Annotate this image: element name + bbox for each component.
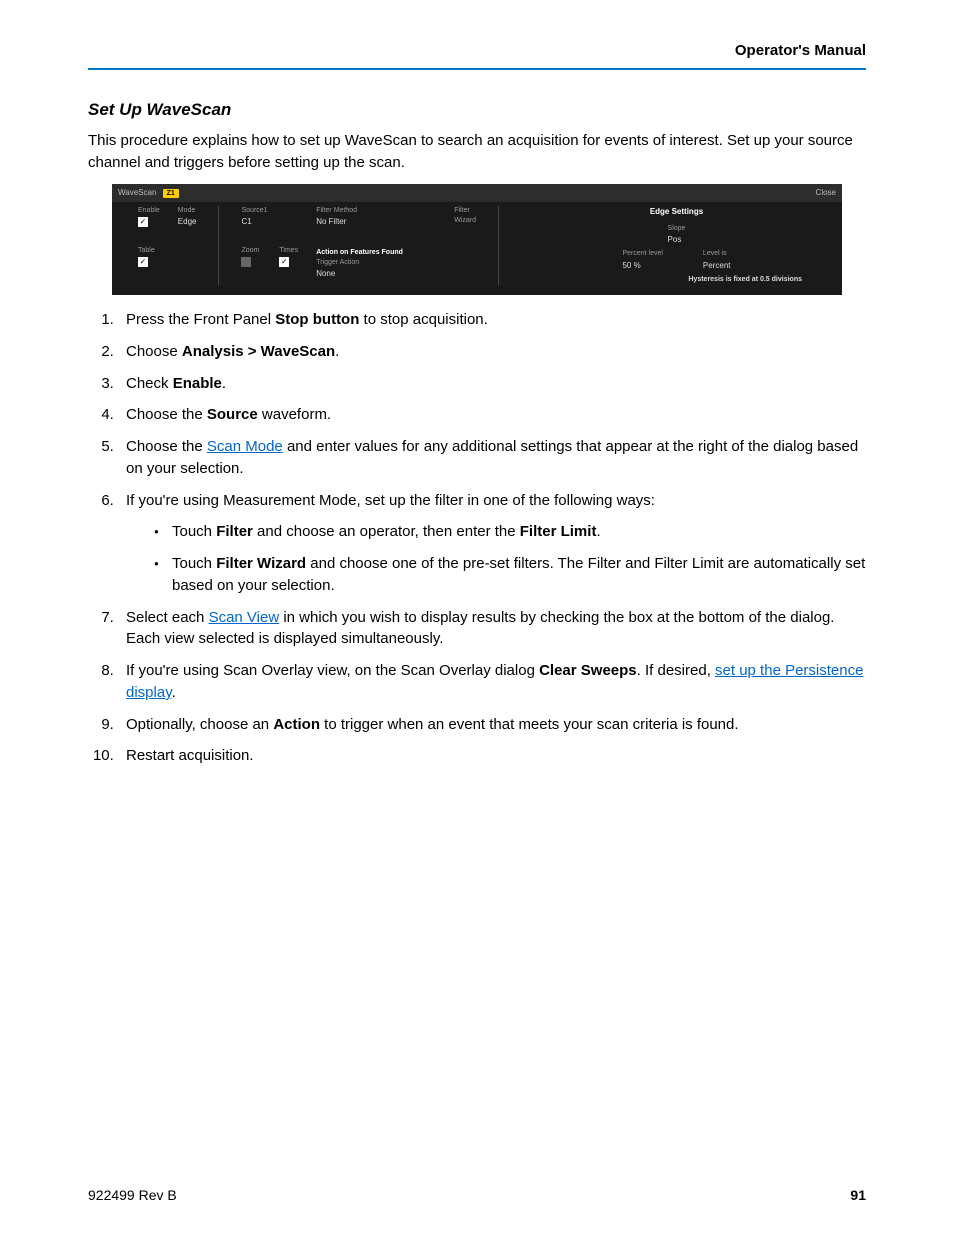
section-heading: Set Up WaveScan [88,98,866,123]
zoom-field[interactable]: Zoom [241,246,259,268]
table-checkbox[interactable]: ✓ [138,257,148,267]
enable-field[interactable]: Enable ✓ [138,206,160,228]
wavescan-tab-label[interactable]: WaveScan [118,188,156,197]
zoom-checkbox[interactable] [241,257,251,267]
wavescan-dialog-header: WaveScan Z1 Close [112,184,842,202]
source-field[interactable]: Source1 C1 [241,206,298,228]
scan-mode-link[interactable]: Scan Mode [207,438,283,455]
step-5: Choose the Scan Mode and enter values fo… [118,436,866,480]
filter-method-field[interactable]: Filter Method No Filter [316,206,436,228]
edge-settings-panel: Edge Settings Slope Pos Percent level 50… [521,206,832,285]
section-intro: This procedure explains how to set up Wa… [88,130,866,174]
times-checkbox[interactable]: ✓ [279,257,289,267]
page-footer: 922499 Rev B 91 [88,1185,866,1205]
step-1: Press the Front Panel Stop button to sto… [118,309,866,331]
steps-list: Press the Front Panel Stop button to sto… [88,309,866,767]
step-6: If you're using Measurement Mode, set up… [118,490,866,597]
step-3: Check Enable. [118,373,866,395]
step-6-bullet-2: Touch Filter Wizard and choose one of th… [172,553,866,597]
slope-field[interactable]: Slope Pos [668,224,686,246]
page-number: 91 [850,1185,866,1205]
step-4: Choose the Source waveform. [118,404,866,426]
level-is-field[interactable]: Level is Percent [703,249,731,271]
trigger-action-field[interactable]: Trigger Action None [316,258,436,280]
mode-field[interactable]: Mode Edge [178,206,197,228]
times-field[interactable]: Times ✓ [279,246,298,268]
table-field[interactable]: Table ✓ [138,246,160,268]
step-7: Select each Scan View in which you wish … [118,607,866,651]
wavescan-dialog-screenshot: WaveScan Z1 Close Enable ✓ Table ✓ Mode [88,184,866,295]
percent-level-field[interactable]: Percent level 50 % [622,249,662,271]
enable-checkbox[interactable]: ✓ [138,217,148,227]
step-8: If you're using Scan Overlay view, on th… [118,660,866,704]
edge-settings-title: Edge Settings [521,206,832,218]
z1-badge[interactable]: Z1 [163,189,179,198]
step-6-sublist: Touch Filter and choose an operator, the… [126,521,866,596]
step-10: Restart acquisition. [118,745,866,767]
close-button[interactable]: Close [816,187,836,199]
wavescan-dialog: WaveScan Z1 Close Enable ✓ Table ✓ Mode [112,184,842,295]
scan-view-link[interactable]: Scan View [209,609,280,626]
step-6-bullet-1: Touch Filter and choose an operator, the… [172,521,866,543]
action-on-features-label: Action on Features Found [316,249,403,256]
step-9: Optionally, choose an Action to trigger … [118,714,866,736]
doc-reference: 922499 Rev B [88,1185,177,1205]
hysteresis-note: Hysteresis is fixed at 0.5 divisions [521,275,832,285]
filter-wizard-field[interactable]: Filter Wizard [454,206,476,226]
page-header-title: Operator's Manual [88,40,866,70]
step-2: Choose Analysis > WaveScan. [118,341,866,363]
